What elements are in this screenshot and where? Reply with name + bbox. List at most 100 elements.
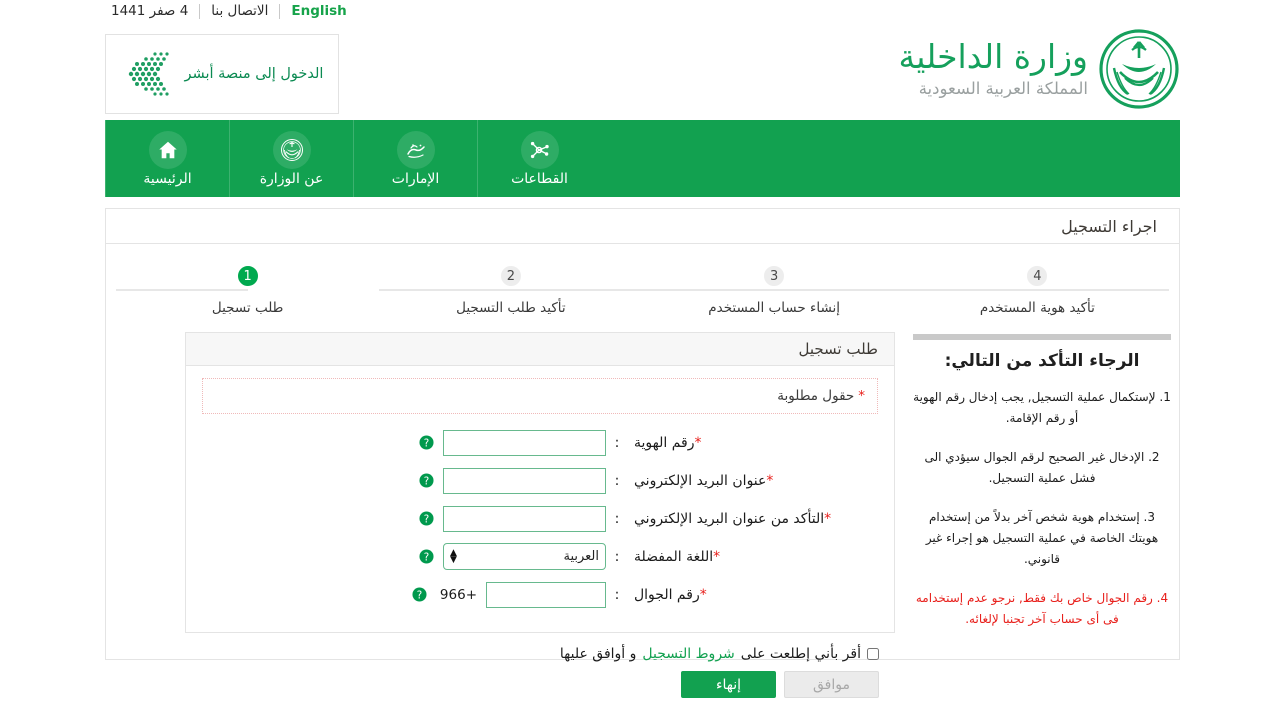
absher-login-label: الدخول إلى منصة أبشر	[184, 66, 324, 82]
star-email-confirm: *	[824, 510, 832, 527]
star-id-number: *	[694, 434, 702, 451]
control-email: ?	[419, 467, 606, 494]
nav-item-emirates[interactable]: الإمارات	[353, 120, 477, 197]
label-text-mobile: رقم الجوال	[634, 586, 700, 603]
step-label-3: إنشاء حساب المستخدم	[708, 300, 841, 316]
field-id-number: *رقم الهوية : ?	[202, 424, 878, 461]
ministry-emblem-icon	[1099, 29, 1179, 109]
agree-button[interactable]: موافق	[784, 671, 879, 698]
info-panel: الرجاء التأكد من التالي: 1. لإستكمال عمل…	[913, 332, 1171, 648]
page-title: اجراء التسجيل	[106, 209, 1179, 244]
nav-label-emirates: الإمارات	[391, 171, 440, 187]
colon-mobile: :	[614, 586, 620, 603]
label-text-id-number: رقم الهوية	[634, 434, 695, 451]
help-icon-mobile[interactable]: ?	[412, 587, 427, 602]
nav-item-sectors[interactable]: القطاعات	[477, 120, 601, 197]
ministry-branding: وزارة الداخلية المملكة العربية السعودية	[899, 28, 1180, 110]
mobile-input[interactable]	[486, 581, 606, 608]
step-circle-2: 2	[497, 263, 524, 289]
step-4[interactable]: 4 تأكيد هوية المستخدم	[905, 244, 1169, 316]
topbar-divider-1	[279, 3, 281, 19]
colon-email-confirm: :	[614, 510, 620, 527]
language-select-wrapper: العربية English ▲▼	[443, 543, 606, 570]
svg-text:?: ?	[424, 551, 429, 563]
step-2[interactable]: 2 تأكيد طلب التسجيل	[379, 244, 643, 316]
step-circle-1: 1	[234, 263, 261, 289]
info-panel-accent-bar	[913, 334, 1171, 340]
email-confirm-input[interactable]	[443, 505, 606, 532]
label-text-language: اللغة المفضلة	[634, 548, 714, 565]
absher-chevron-icon	[128, 52, 169, 96]
step-3[interactable]: 3 إنشاء حساب المستخدم	[642, 244, 906, 316]
step-1[interactable]: 1 طلب تسجيل	[116, 244, 379, 316]
step-circle-4: 4	[1024, 263, 1051, 289]
label-language: *اللغة المفضلة	[628, 549, 878, 565]
colon-id-number: :	[614, 434, 620, 451]
ministry-name: وزارة الداخلية	[898, 37, 1088, 77]
control-mobile: +966 ?	[412, 581, 606, 608]
svg-text:?: ?	[424, 513, 429, 525]
nav-item-about-ministry[interactable]: عن الوزارة	[229, 120, 353, 197]
email-input[interactable]	[443, 467, 606, 494]
site-header: الدخول إلى منصة أبشر وزارة الداخلية المم…	[0, 28, 1280, 118]
info-list-item-4: 4. رقم الجوال خاص بك فقط, نرجو عدم إستخد…	[915, 591, 1169, 626]
home-icon	[148, 131, 187, 169]
step-label-4: تأكيد هوية المستخدم	[979, 300, 1095, 316]
finish-button[interactable]: إنهاء	[681, 671, 776, 698]
svg-text:?: ?	[424, 475, 429, 487]
info-list-item-1: 1. لإستكمال عملية التسجيل, يجب إدخال رقم…	[913, 390, 1171, 425]
label-mobile: *رقم الجوال	[628, 587, 878, 603]
main-navigation: الرئيسية عن الوزارة الإمارات القطاعات	[105, 120, 1180, 197]
step-label-1: طلب تسجيل	[211, 300, 284, 316]
field-email: *عنوان البريد الإلكتروني : ?	[202, 462, 878, 499]
required-fields-note: * حقول مطلوبة	[202, 378, 878, 414]
control-id-number: ?	[419, 429, 606, 456]
help-icon-id-number[interactable]: ?	[419, 435, 434, 450]
registration-stepper: 4 تأكيد هوية المستخدم 3 إنشاء حساب المست…	[116, 244, 1169, 332]
label-text-email-confirm: التأكد من عنوان البريد الإلكتروني	[634, 510, 825, 527]
id-number-input[interactable]	[443, 429, 606, 456]
required-note-text: حقول مطلوبة	[777, 388, 855, 404]
contact-us-link[interactable]: الاتصال بنا	[200, 3, 279, 19]
info-list: 1. لإستكمال عملية التسجيل, يجب إدخال رقم…	[913, 387, 1171, 630]
control-email-confirm: ?	[419, 505, 606, 532]
hijri-date: 4 صفر 1441	[111, 3, 189, 19]
info-list-item-2: 2. الإدخال غير الصحيح لرقم الجوال سيؤدي …	[924, 450, 1160, 485]
language-select[interactable]: العربية English	[443, 543, 606, 570]
mobile-country-prefix: +966	[439, 586, 477, 603]
label-email: *عنوان البريد الإلكتروني	[628, 473, 878, 489]
nav-item-home[interactable]: الرئيسية	[105, 120, 229, 197]
help-icon-email[interactable]: ?	[419, 473, 434, 488]
terms-text-before: أقر بأني إطلعت على	[740, 646, 861, 662]
emblem-icon	[272, 131, 311, 169]
star-mobile: *	[699, 586, 707, 603]
registration-page: English الاتصال بنا 4 صفر 1441 الدخول إل…	[0, 0, 1280, 720]
absher-login-box[interactable]: الدخول إلى منصة أبشر	[105, 34, 339, 114]
colon-language: :	[614, 548, 620, 565]
step-line-4	[905, 289, 1169, 291]
nav-label-home: الرئيسية	[143, 171, 192, 187]
ministry-subtitle: المملكة العربية السعودية	[918, 78, 1088, 98]
terms-link[interactable]: شروط التسجيل	[642, 646, 734, 662]
registration-body: الرجاء التأكد من التالي: 1. لإستكمال عمل…	[106, 332, 1179, 698]
star-language: *	[713, 548, 721, 565]
step-line-2	[379, 289, 643, 291]
form-panel-body: * حقول مطلوبة *رقم الهوية : ? *عنوان الب…	[186, 366, 894, 632]
step-line-3	[642, 289, 906, 291]
terms-text-after: و أوافق عليها	[559, 646, 637, 662]
terms-agreement-checkbox[interactable]	[867, 648, 879, 660]
field-email-confirm: *التأكد من عنوان البريد الإلكتروني : ?	[202, 500, 878, 537]
colon-email: :	[614, 472, 620, 489]
info-list-item-3: 3. إستخدام هوية شخص آخر بدلاً من إستخدام…	[925, 510, 1159, 566]
language-toggle-english[interactable]: English	[280, 3, 357, 19]
nav-label-sectors: القطاعات	[511, 171, 568, 187]
star-email: *	[766, 472, 774, 489]
top-utility-bar: English الاتصال بنا 4 صفر 1441	[0, 0, 1280, 28]
help-icon-email-confirm[interactable]: ?	[419, 511, 434, 526]
registration-form-column: طلب تسجيل * حقول مطلوبة *رقم الهوية : ? …	[185, 332, 895, 698]
form-actions: موافق إنهاء	[185, 662, 895, 698]
svg-text:?: ?	[417, 589, 422, 601]
step-circle-3: 3	[761, 263, 788, 289]
help-icon-language[interactable]: ?	[419, 549, 434, 564]
required-note-star: *	[858, 388, 865, 404]
